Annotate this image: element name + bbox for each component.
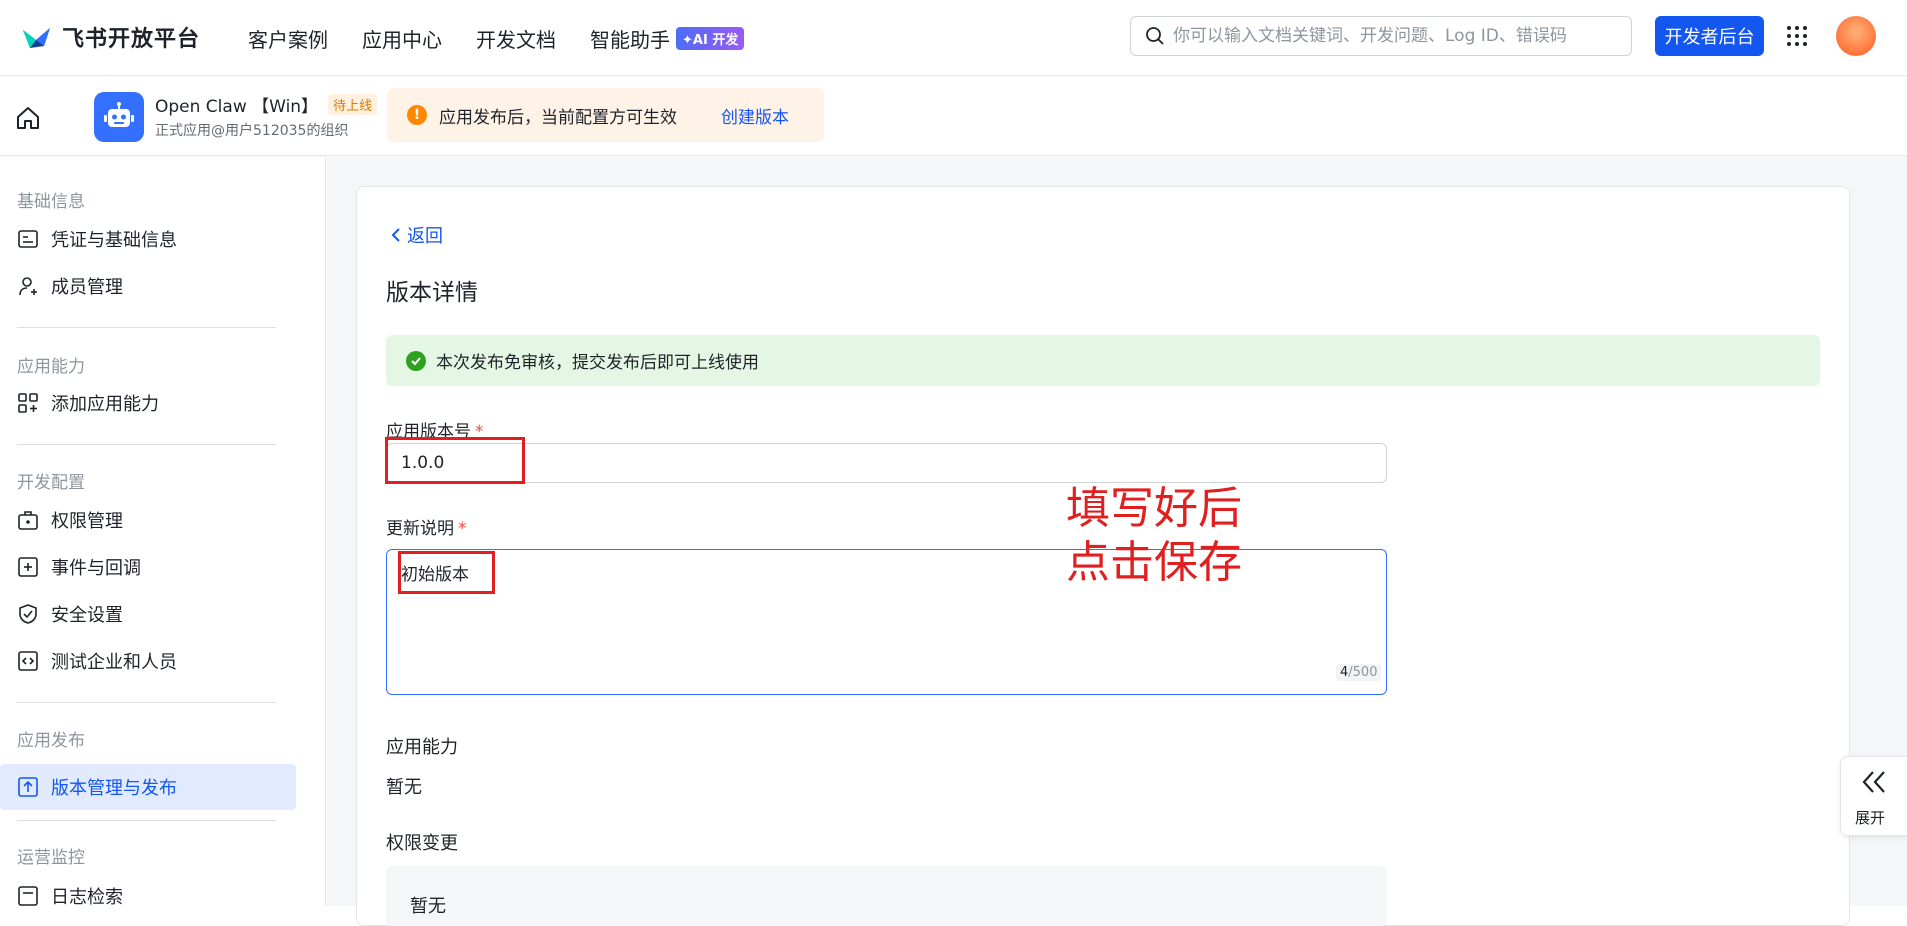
version-number-input[interactable]	[386, 443, 1387, 483]
sidebar-item-label: 添加应用能力	[51, 394, 159, 415]
app-info-bar: Open Claw 【Win】 待上线 正式应用@用户512035的组织 ! 应…	[0, 76, 1907, 156]
feishu-logo-icon	[23, 28, 50, 48]
shield-icon	[19, 604, 37, 624]
sidebar-group-capability: 应用能力	[17, 357, 85, 377]
sidebar-item-label: 测试企业和人员	[51, 652, 177, 673]
developer-console-button[interactable]: 开发者后台	[1655, 16, 1764, 56]
robot-icon	[104, 102, 134, 127]
sidebar-item-label: 版本管理与发布	[51, 778, 177, 799]
add-capability-icon	[18, 393, 38, 413]
sidebar-item-log-search[interactable]: 日志检索	[0, 873, 296, 919]
sidebar-item-label: 事件与回调	[51, 558, 141, 579]
log-icon	[18, 886, 38, 906]
publish-notice: ! 应用发布后，当前配置方可生效 创建版本	[387, 88, 824, 142]
description-label: 更新说明 *	[386, 514, 467, 539]
create-version-link[interactable]: 创建版本	[721, 103, 789, 128]
app-name: Open Claw 【Win】 待上线	[155, 92, 378, 117]
sidebar-item-members[interactable]: 成员管理	[0, 263, 296, 309]
back-label: 返回	[407, 226, 443, 247]
app-name-text: Open Claw 【Win】	[155, 97, 319, 117]
sidebar-item-label: 日志检索	[51, 887, 123, 908]
event-add-icon	[18, 557, 38, 577]
sidebar-item-credentials[interactable]: 凭证与基础信息	[0, 216, 296, 262]
sidebar-divider	[17, 327, 276, 328]
annotation-line-1: 填写好后	[1066, 483, 1242, 534]
char-counter: 4/500	[1336, 664, 1382, 681]
user-add-icon	[19, 277, 37, 296]
double-chevron-left-icon	[1862, 771, 1885, 793]
permission-change-label: 权限变更	[386, 833, 458, 854]
sidebar-group-monitoring: 运营监控	[17, 848, 85, 868]
sidebar-item-security[interactable]: 安全设置	[0, 591, 296, 637]
nav-smart-assistant[interactable]: 智能助手 ✦AI 开发	[590, 24, 745, 53]
ai-dev-badge: ✦AI 开发	[676, 27, 745, 50]
upload-icon	[18, 777, 38, 797]
id-card-icon	[18, 230, 38, 248]
permission-change-box: 暂无	[386, 866, 1387, 926]
annotation-box-description	[398, 551, 495, 594]
sidebar-item-version-publish[interactable]: 版本管理与发布	[0, 764, 296, 810]
notice-text: 应用发布后，当前配置方可生效	[439, 107, 677, 128]
back-link[interactable]: 返回	[389, 222, 443, 248]
chevron-left-icon	[391, 228, 400, 242]
expand-panel-button[interactable]: 展开	[1840, 756, 1907, 836]
feishu-logo[interactable]: 飞书开放平台	[20, 20, 200, 54]
search-icon	[1146, 27, 1164, 45]
sidebar-item-permissions[interactable]: 权限管理	[0, 497, 296, 543]
capability-label: 应用能力	[386, 737, 458, 758]
permission-change-value: 暂无	[410, 896, 446, 917]
home-icon[interactable]	[15, 105, 41, 131]
sidebar-item-test-tenant[interactable]: 测试企业和人员	[0, 638, 296, 684]
sidebar-item-label: 权限管理	[51, 511, 123, 532]
description-label-text: 更新说明	[386, 519, 454, 539]
app-org: 正式应用@用户512035的组织	[155, 123, 349, 139]
sidebar-item-label: 成员管理	[51, 277, 123, 298]
sidebar-item-label: 安全设置	[51, 605, 123, 626]
apps-grid-icon[interactable]	[1785, 24, 1809, 48]
required-mark: *	[458, 519, 467, 539]
nav-dev-docs[interactable]: 开发文档	[476, 24, 556, 53]
annotation-text: 填写好后 点击保存	[1066, 482, 1242, 590]
nav-customer-cases[interactable]: 客户案例	[248, 24, 328, 53]
sidebar-group-dev-config: 开发配置	[17, 473, 85, 493]
sidebar-item-add-capability[interactable]: 添加应用能力	[0, 380, 296, 426]
annotation-line-2: 点击保存	[1066, 537, 1242, 588]
sidebar-group-basic: 基础信息	[17, 192, 85, 212]
success-alert: 本次发布免审核，提交发布后即可上线使用	[386, 335, 1820, 386]
sidebar-divider	[17, 820, 276, 821]
status-badge: 待上线	[328, 94, 378, 115]
brand-name: 飞书开放平台	[62, 27, 201, 52]
top-navigation-bar: 飞书开放平台 客户案例 应用中心 开发文档 智能助手 ✦AI 开发 开发者后台	[0, 0, 1907, 76]
permission-bag-icon	[18, 511, 38, 530]
app-avatar	[94, 92, 144, 142]
user-avatar[interactable]	[1836, 16, 1876, 56]
expand-label: 展开	[1855, 809, 1886, 827]
sidebar-group-publish: 应用发布	[17, 731, 85, 751]
search-input[interactable]	[1173, 26, 1603, 46]
nav-app-center[interactable]: 应用中心	[362, 24, 442, 53]
warning-icon: !	[407, 105, 427, 125]
sidebar: 基础信息 凭证与基础信息 成员管理 应用能力 添加应用能力 开发配置 权限管理 …	[0, 157, 326, 908]
search-box[interactable]	[1130, 16, 1632, 56]
page-title: 版本详情	[386, 280, 478, 306]
annotation-box-version	[385, 437, 525, 484]
sidebar-divider	[17, 702, 276, 703]
char-count-max: /500	[1348, 665, 1378, 680]
capability-value: 暂无	[386, 777, 422, 798]
check-circle-icon	[406, 350, 426, 371]
success-text: 本次发布免审核，提交发布后即可上线使用	[436, 353, 759, 373]
code-icon	[18, 651, 38, 671]
sidebar-item-label: 凭证与基础信息	[51, 230, 177, 251]
sidebar-divider	[17, 444, 276, 445]
main-nav: 客户案例 应用中心 开发文档 智能助手 ✦AI 开发	[248, 24, 778, 53]
sidebar-item-events[interactable]: 事件与回调	[0, 544, 296, 590]
nav-smart-assistant-label: 智能助手	[590, 28, 670, 52]
